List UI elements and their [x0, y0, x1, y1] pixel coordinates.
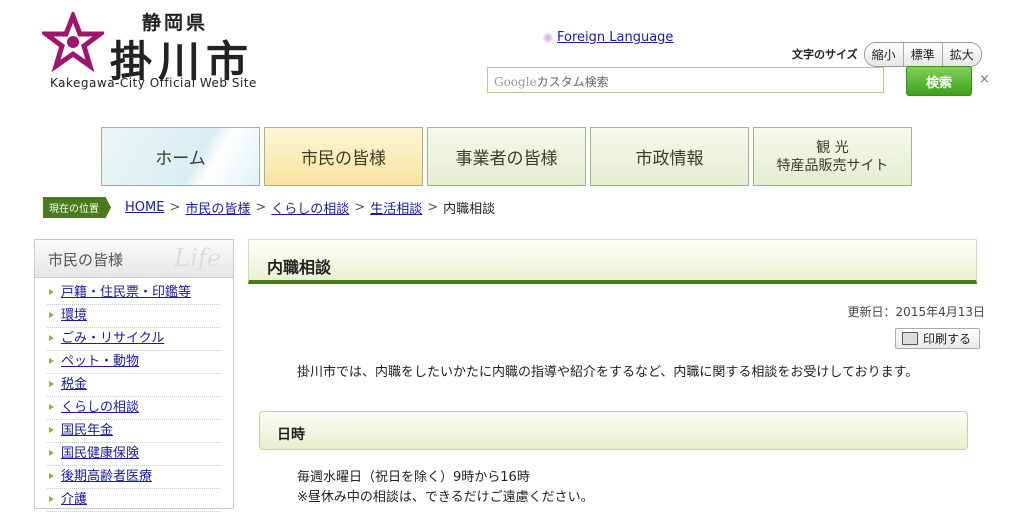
- breadcrumb-life-consultation[interactable]: 生活相談: [370, 198, 422, 217]
- site-subtitle: Kakegawa-City Official Web Site: [50, 76, 257, 90]
- search-input[interactable]: Googleカスタム検索: [487, 67, 884, 93]
- sidebar-item: ごみ・リサイクル: [47, 328, 221, 351]
- font-size-standard-button[interactable]: 標準: [902, 42, 942, 66]
- breadcrumb-consultation[interactable]: くらしの相談: [271, 198, 349, 217]
- schedule-text: 毎週水曜日（祝日を除く）9時から16時: [297, 470, 530, 485]
- sidebar-header: 市民の皆様 Life: [35, 240, 233, 278]
- sidebar-title: 市民の皆様: [48, 251, 124, 269]
- sidebar-title-en: Life: [174, 244, 221, 272]
- sidebar-link-pension[interactable]: 国民年金: [61, 423, 113, 438]
- sidebar-link-family-register[interactable]: 戸籍・住民票・印鑑等: [61, 285, 191, 300]
- printer-icon: [902, 332, 918, 345]
- font-size-small-button[interactable]: 縮小: [864, 42, 903, 66]
- sidebar-item: 介護: [47, 489, 221, 512]
- site-logo[interactable]: 静岡県 掛川市 Kakegawa-City Official Web Site: [42, 8, 272, 94]
- breadcrumb-separator: >: [354, 200, 366, 215]
- font-size-control: 文字のサイズ 縮小 標準 拡大: [792, 41, 982, 67]
- sidebar: 市民の皆様 Life 戸籍・住民票・印鑑等 環境 ごみ・リサイクル ペット・動物…: [34, 239, 234, 512]
- sidebar-item: 戸籍・住民票・印鑑等: [47, 282, 221, 305]
- globe-dot-icon: [543, 32, 553, 43]
- google-brand: Google: [494, 75, 537, 89]
- breadcrumb-here-badge: 現在の位置: [43, 197, 111, 218]
- print-button[interactable]: 印刷する: [895, 328, 980, 349]
- sidebar-link-environment[interactable]: 環境: [61, 308, 87, 323]
- sidebar-item: ペット・動物: [47, 351, 221, 374]
- global-nav: ホーム 市民の皆様 事業者の皆様 市政情報 観 光 特産品販売サイト: [101, 127, 912, 186]
- breadcrumb-current: 内職相談: [443, 202, 496, 217]
- city-flower-icon: [42, 12, 104, 73]
- sidebar-link-health-insurance[interactable]: 国民健康保険: [61, 446, 139, 461]
- intro-text: 掛川市では、内職をしたいかたに内職の指導や紹介をするなど、内職に関する相談をお受…: [297, 365, 919, 380]
- nav-citizens[interactable]: 市民の皆様: [264, 127, 423, 186]
- sidebar-item: 環境: [47, 305, 221, 328]
- sidebar-list: 戸籍・住民票・印鑑等 環境 ごみ・リサイクル ペット・動物 税金 くらしの相談 …: [35, 278, 233, 512]
- font-size-buttons: 縮小 標準 拡大: [863, 41, 982, 67]
- font-size-label: 文字のサイズ: [792, 48, 858, 61]
- foreign-language-link[interactable]: Foreign Language: [557, 30, 673, 45]
- updated-date: 更新日：2015年4月13日: [847, 305, 985, 319]
- print-label: 印刷する: [923, 332, 972, 346]
- sidebar-link-elderly-medical[interactable]: 後期高齢者医療: [61, 469, 152, 484]
- breadcrumb-separator: >: [169, 200, 181, 215]
- search-placeholder: カスタム検索: [536, 75, 609, 89]
- page-title: 内職相談: [267, 258, 332, 277]
- schedule-note: ※昼休み中の相談は、できるだけご遠慮ください。: [297, 490, 594, 505]
- sidebar-item: 後期高齢者医療: [47, 466, 221, 489]
- sidebar-link-pets[interactable]: ペット・動物: [61, 354, 139, 369]
- nav-business[interactable]: 事業者の皆様: [427, 127, 586, 186]
- search-button[interactable]: 検索: [906, 66, 972, 96]
- clear-search-icon[interactable]: ×: [979, 72, 990, 87]
- sidebar-link-consultation[interactable]: くらしの相談: [61, 400, 139, 415]
- nav-tourism[interactable]: 観 光 特産品販売サイト: [753, 127, 912, 186]
- sidebar-item: くらしの相談: [47, 397, 221, 420]
- nav-city-info[interactable]: 市政情報: [590, 127, 749, 186]
- sidebar-link-garbage[interactable]: ごみ・リサイクル: [61, 331, 164, 346]
- sidebar-link-tax[interactable]: 税金: [61, 377, 87, 392]
- foreign-language: Foreign Language: [543, 30, 673, 45]
- section-heading: 日時: [277, 427, 305, 443]
- page-title-box: 内職相談: [248, 239, 977, 284]
- sidebar-item: 国民年金: [47, 420, 221, 443]
- nav-home[interactable]: ホーム: [101, 127, 260, 186]
- section-heading-box: 日時: [259, 411, 968, 450]
- breadcrumb-separator: >: [427, 200, 439, 215]
- breadcrumb-citizens[interactable]: 市民の皆様: [185, 198, 250, 217]
- breadcrumb: 現在の位置 HOME > 市民の皆様 > くらしの相談 > 生活相談 > 内職相…: [43, 197, 495, 218]
- sidebar-item: 国民健康保険: [47, 443, 221, 466]
- breadcrumb-separator: >: [255, 200, 267, 215]
- sidebar-item: 税金: [47, 374, 221, 397]
- font-size-large-button[interactable]: 拡大: [941, 42, 981, 66]
- breadcrumb-home[interactable]: HOME: [125, 200, 164, 215]
